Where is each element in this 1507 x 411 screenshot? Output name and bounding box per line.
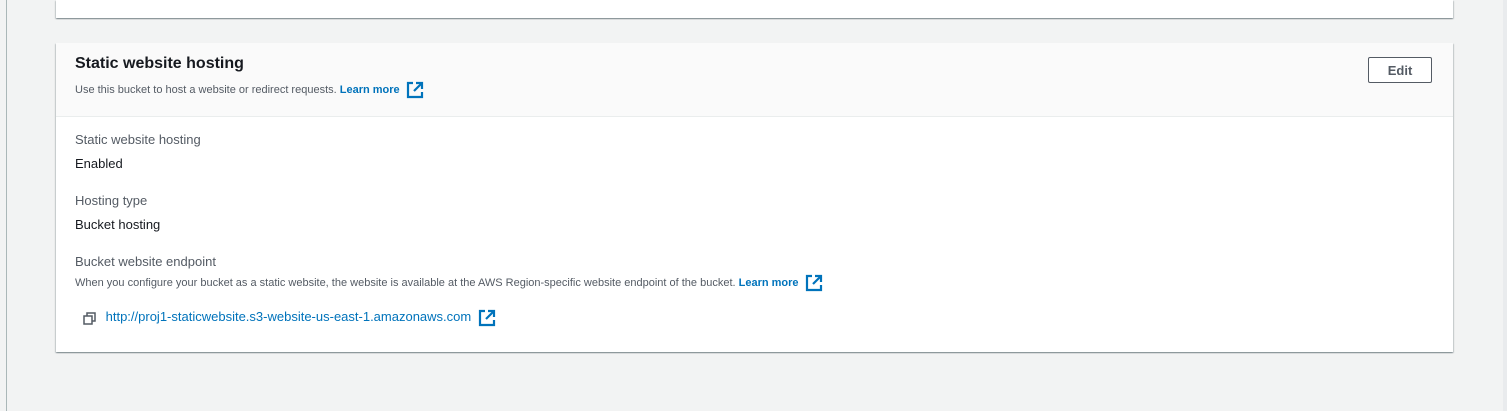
external-link-icon (406, 81, 423, 99)
endpoint-description: When you configure your bucket as a stat… (75, 274, 823, 292)
hosting-status-value: Enabled (75, 156, 123, 171)
external-link-icon (805, 274, 822, 292)
panel-description-text: Use this bucket to host a website or red… (75, 83, 337, 96)
endpoint-label: Bucket website endpoint (75, 254, 216, 269)
scrollbar[interactable] (1503, 0, 1507, 411)
panel-header: Static website hosting Use this bucket t… (56, 43, 1453, 117)
endpoint-description-text: When you configure your bucket as a stat… (75, 276, 736, 289)
endpoint-learn-more-link[interactable]: Learn more (738, 274, 823, 292)
panel-title: Static website hosting (75, 55, 244, 72)
endpoint-url-row: http://proj1-staticwebsite.s3-website-us… (83, 309, 496, 327)
learn-more-label: Learn more (339, 83, 400, 96)
panel-description: Use this bucket to host a website or red… (75, 81, 424, 99)
edit-button[interactable]: Edit (1368, 57, 1432, 83)
static-website-hosting-panel: Static website hosting Use this bucket t… (56, 43, 1453, 352)
previous-section-card (56, 0, 1453, 18)
endpoint-url-link[interactable]: http://proj1-staticwebsite.s3-website-us… (105, 309, 496, 327)
endpoint-learn-more-label: Learn more (738, 276, 799, 289)
hosting-type-label: Hosting type (75, 193, 148, 208)
copy-icon[interactable] (83, 311, 96, 325)
left-navigation-rail (0, 0, 7, 411)
endpoint-url-text: http://proj1-staticwebsite.s3-website-us… (105, 309, 472, 325)
hosting-type-value: Bucket hosting (75, 217, 161, 232)
learn-more-link[interactable]: Learn more (339, 81, 424, 99)
hosting-status-label: Static website hosting (75, 132, 201, 147)
external-link-icon (478, 309, 495, 327)
